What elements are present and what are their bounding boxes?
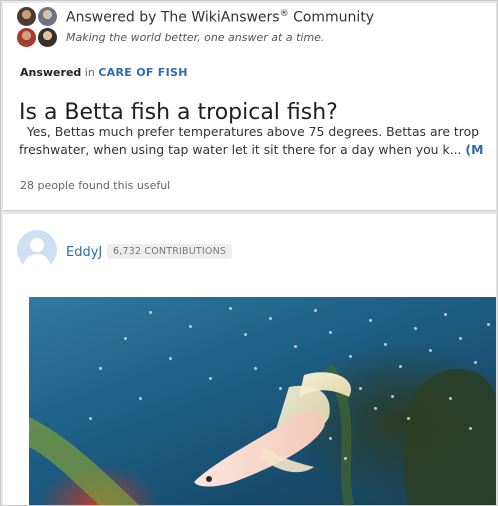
avatar (38, 7, 57, 26)
avatar-body-shape (23, 254, 51, 270)
registered-mark: ® (279, 9, 289, 19)
community-avatars (17, 7, 59, 49)
contributions-badge: 6,732 CONTRIBUTIONS (107, 244, 233, 259)
question-title[interactable]: Is a Betta fish a tropical fish? (19, 100, 338, 125)
community-attribution: Answered by The WikiAnswers® Community (66, 9, 374, 26)
contributor-name[interactable]: EddyJ (66, 245, 102, 260)
community-prefix: Answered by The WikiAnswers (66, 9, 280, 26)
page-frame: Answered by The WikiAnswers® Community M… (0, 0, 498, 506)
avatar (38, 28, 57, 47)
useful-count: 28 people found this useful (20, 179, 171, 192)
avatar (17, 7, 36, 26)
fish-illustration (29, 364, 496, 505)
betta-fish-photo (29, 297, 496, 505)
in-label: in (84, 66, 95, 79)
more-link[interactable]: (M (465, 142, 483, 157)
community-suffix: Community (293, 9, 375, 26)
answer-card: Answered by The WikiAnswers® Community M… (3, 3, 496, 210)
answered-label: Answered (20, 66, 82, 79)
avatar-head-shape (30, 238, 44, 252)
answer-line-2: freshwater, when using tap water let it … (19, 142, 462, 157)
avatar (17, 28, 36, 47)
user-avatar[interactable] (17, 230, 57, 270)
answer-text: Yes, Bettas much prefer temperatures abo… (19, 123, 495, 159)
category-link[interactable]: CARE OF FISH (98, 66, 187, 79)
answer-meta: Answered in CARE OF FISH (20, 66, 188, 79)
tagline: Making the world better, one answer at a… (66, 31, 325, 44)
contributor-card: EddyJ 6,732 CONTRIBUTIONS (3, 214, 496, 505)
answer-line-1: Yes, Bettas much prefer temperatures abo… (26, 124, 480, 139)
